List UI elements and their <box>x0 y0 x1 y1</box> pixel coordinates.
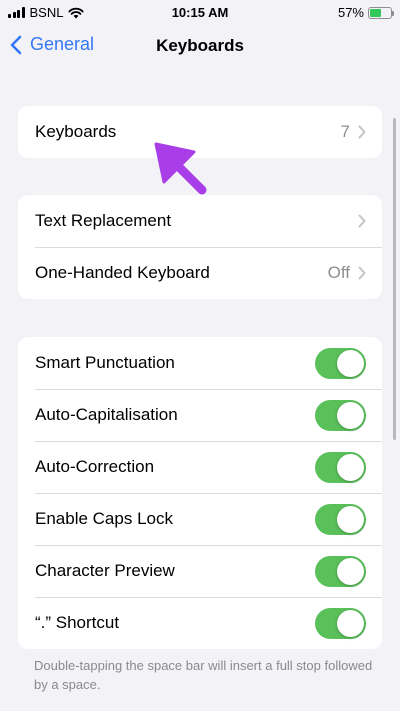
character-preview-row: Character Preview <box>18 545 382 597</box>
character-preview-label: Character Preview <box>35 561 175 580</box>
toggle-knob <box>337 349 364 377</box>
keyboard-options-group: Smart Punctuation Auto-Capitalisation Au… <box>18 337 382 649</box>
text-replacement-label: Text Replacement <box>35 211 172 230</box>
auto-capitalisation-toggle[interactable] <box>315 399 366 431</box>
chevron-right-icon <box>358 266 366 280</box>
keyboards-count: 7 <box>340 122 350 141</box>
battery-percent: 57% <box>337 5 364 20</box>
enable-caps-lock-toggle[interactable] <box>315 503 366 535</box>
toggle-knob <box>337 401 364 429</box>
chevron-right-icon <box>358 214 366 228</box>
toggle-knob <box>337 557 364 585</box>
one-handed-keyboard-value: Off <box>327 263 350 282</box>
auto-correction-label: Auto-Correction <box>35 457 155 476</box>
battery-fill <box>370 8 382 17</box>
toggle-knob <box>337 453 364 481</box>
annotation-arrow-icon <box>154 142 207 195</box>
chevron-right-icon <box>358 125 366 139</box>
auto-correction-toggle[interactable] <box>315 451 366 483</box>
enable-caps-lock-label: Enable Caps Lock <box>35 509 173 528</box>
one-handed-keyboard-label: One-Handed Keyboard <box>35 263 210 282</box>
period-shortcut-footer-note: Double-tapping the space bar will insert… <box>34 658 373 692</box>
status-right: 57% <box>337 5 394 20</box>
period-shortcut-toggle[interactable] <box>315 607 366 639</box>
auto-correction-row: Auto-Correction <box>18 441 382 493</box>
enable-caps-lock-row: Enable Caps Lock <box>18 493 382 545</box>
page-title: Keyboards <box>156 36 244 55</box>
auto-capitalisation-label: Auto-Capitalisation <box>35 405 178 424</box>
auto-capitalisation-row: Auto-Capitalisation <box>18 389 382 441</box>
smart-punctuation-label: Smart Punctuation <box>35 353 175 372</box>
smart-punctuation-row: Smart Punctuation <box>18 337 382 389</box>
period-shortcut-label: “.” Shortcut <box>35 613 120 632</box>
status-bar: BSNL 10:15 AM 57% <box>0 0 400 24</box>
text-settings-group: Text Replacement One-Handed Keyboard Off <box>18 195 382 299</box>
period-shortcut-row: “.” Shortcut <box>18 597 382 649</box>
character-preview-toggle[interactable] <box>315 555 366 587</box>
one-handed-keyboard-row[interactable]: One-Handed Keyboard Off <box>18 247 382 299</box>
battery-icon <box>368 6 394 19</box>
toggle-knob <box>337 505 364 533</box>
scroll-indicator <box>393 118 396 440</box>
navigation-bar: General Keyboards <box>0 24 400 68</box>
toggle-knob <box>337 609 364 637</box>
smart-punctuation-toggle[interactable] <box>315 347 366 379</box>
text-replacement-row[interactable]: Text Replacement <box>18 195 382 247</box>
